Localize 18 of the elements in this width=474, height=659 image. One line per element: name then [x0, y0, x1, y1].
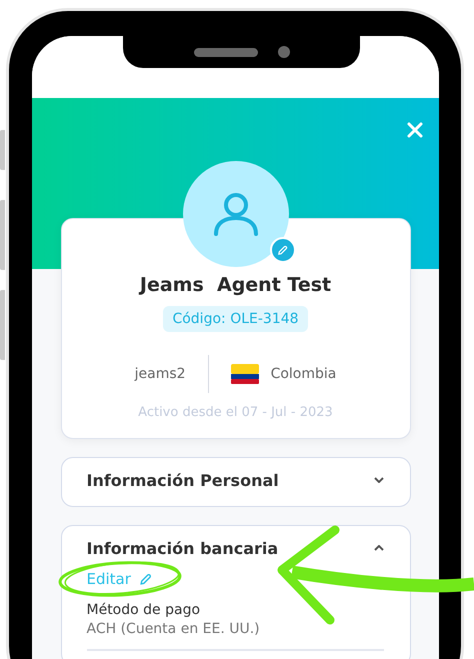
country: Colombia — [270, 366, 336, 382]
username: jeams2 — [134, 366, 186, 382]
section-header[interactable]: Información Personal — [86, 468, 384, 492]
close-icon — [407, 122, 423, 138]
field-value: ACH (Cuenta en EE. UU.) — [86, 621, 384, 651]
field-label: Método de pago — [86, 602, 202, 618]
pencil-icon — [277, 244, 288, 256]
pencil-icon — [138, 572, 152, 586]
flag-icon — [230, 364, 259, 384]
speaker-grille — [194, 48, 258, 56]
profile-name: Jeams Agent Test — [140, 274, 332, 296]
section-header[interactable]: Información bancaria — [86, 536, 384, 560]
chevron-down-icon — [374, 477, 384, 483]
active-since: Activo desde el 07 - Jul - 2023 — [138, 405, 333, 420]
user-icon — [212, 192, 260, 236]
chevron-up-icon — [374, 545, 384, 551]
agent-code: Código: OLE-3148 — [163, 306, 308, 332]
camera-dot — [278, 46, 290, 58]
